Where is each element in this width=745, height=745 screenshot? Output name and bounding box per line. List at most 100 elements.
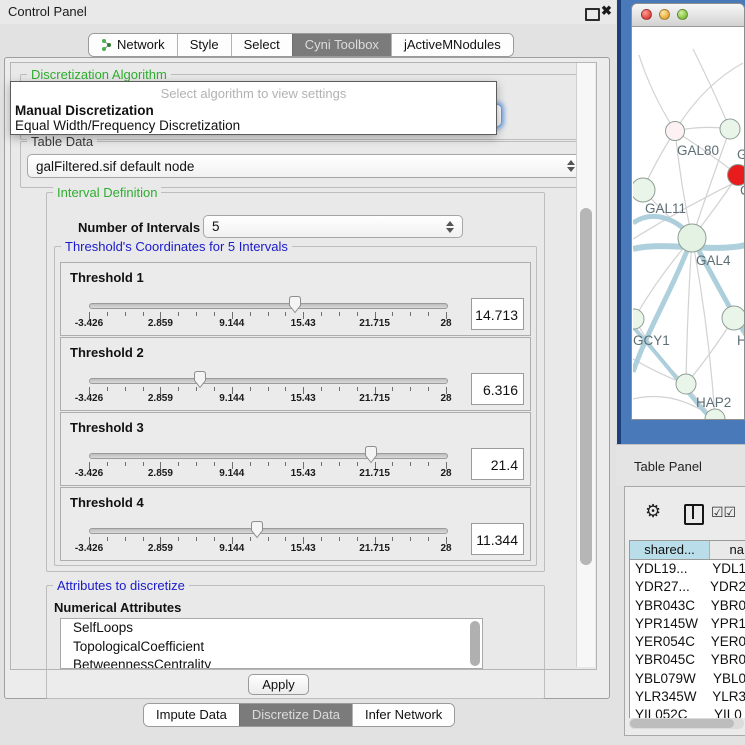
slider-tick: [428, 312, 429, 316]
num-intervals-value: 5: [212, 219, 220, 234]
tab-label: Impute Data: [156, 704, 227, 726]
tab-cyni-toolbox[interactable]: Cyni Toolbox: [292, 34, 391, 56]
cell-shared-name: YPR145W: [630, 615, 707, 633]
network-node[interactable]: [678, 224, 706, 252]
column-layout-icon[interactable]: [684, 504, 704, 525]
stepper-arrows-icon: [567, 160, 575, 172]
node-label-c: C: [740, 183, 745, 198]
zoom-traffic-light-icon[interactable]: [677, 9, 688, 20]
attribute-item-selfloops[interactable]: SelfLoops: [61, 619, 482, 638]
node-label-gal11: GAL11: [645, 201, 686, 216]
table-row[interactable]: YER054CYER0: [630, 633, 745, 651]
threshold-slider-handle[interactable]: [363, 445, 379, 464]
table-row[interactable]: YLR345WYLR3: [630, 688, 745, 706]
close-icon[interactable]: ✖: [601, 3, 612, 19]
threshold-slider-track[interactable]: [89, 378, 448, 384]
slider-tick: [339, 312, 340, 316]
slider-tick: [107, 462, 108, 466]
tab-infer-network[interactable]: Infer Network: [352, 704, 454, 726]
threshold-slider-track[interactable]: [89, 528, 448, 534]
slider-tick: [107, 387, 108, 391]
table-hscrollbar: [629, 718, 744, 729]
tab-style[interactable]: Style: [177, 34, 231, 56]
list-scrollbar-thumb[interactable]: [470, 621, 480, 666]
network-node[interactable]: [705, 409, 725, 420]
network-node[interactable]: [720, 119, 740, 139]
slider-tick: [196, 312, 197, 316]
tab-discretize-data[interactable]: Discretize Data: [239, 704, 352, 726]
dropdown-option-manual[interactable]: Manual Discretization: [15, 103, 154, 118]
slider-tick-label: 28: [414, 543, 478, 554]
slider-tick-label: 15.43: [271, 318, 335, 329]
network-canvas[interactable]: GAL80GACGAL11GAL4GCY1HHAP2: [633, 27, 745, 420]
cell-name: YBL0: [709, 670, 745, 688]
threshold-value-field[interactable]: 11.344: [471, 523, 524, 555]
dropdown-option-equal-width[interactable]: Equal Width/Frequency Discretization: [15, 118, 240, 133]
network-node[interactable]: [633, 178, 655, 202]
slider-tick: [357, 387, 358, 391]
slider-tick: [285, 312, 286, 316]
tab-label: Select: [244, 34, 280, 56]
slider-tick: [428, 462, 429, 466]
threshold-slider-track[interactable]: [89, 453, 448, 459]
numerical-attributes-heading: Numerical Attributes: [54, 600, 181, 615]
slider-tick: [339, 387, 340, 391]
close-traffic-light-icon[interactable]: [641, 9, 652, 20]
slider-tick-label: 9.144: [200, 543, 264, 554]
node-label-hap2: HAP2: [696, 395, 731, 410]
stepper-arrows-icon: [446, 221, 454, 233]
threshold-box: Threshold 3 21.4 -3.4262.8599.14415.4321…: [60, 412, 531, 486]
threshold-value-field[interactable]: 6.316: [471, 373, 524, 405]
threshold-value-field[interactable]: 14.713: [471, 298, 524, 330]
slider-tick: [125, 462, 126, 466]
table-data-combobox[interactable]: galFiltered.sif default node: [27, 154, 584, 178]
table-row[interactable]: YBR043CYBR0: [630, 597, 745, 615]
cell-shared-name: YBL079W: [630, 670, 709, 688]
network-node[interactable]: [676, 374, 696, 394]
slider-tick: [285, 537, 286, 541]
network-node[interactable]: [722, 306, 745, 330]
threshold-slider-handle[interactable]: [287, 295, 303, 314]
num-intervals-combobox[interactable]: 5: [203, 215, 463, 238]
cell-shared-name: YLR345W: [630, 688, 708, 706]
interval-group-title: Interval Definition: [53, 185, 161, 200]
slider-tick: [410, 387, 411, 391]
threshold-value-field[interactable]: 21.4: [471, 448, 524, 480]
table-row[interactable]: YPR145WYPR1: [630, 615, 745, 633]
tab-label: Discretize Data: [252, 704, 340, 726]
threshold-slider-handle[interactable]: [249, 520, 265, 539]
table-hscrollbar-thumb[interactable]: [630, 719, 734, 728]
slider-tick: [392, 537, 393, 541]
table-row[interactable]: YDR27...YDR2: [630, 578, 745, 596]
threshold-label: Threshold 1: [70, 270, 144, 285]
threshold-slider-handle[interactable]: [192, 370, 208, 389]
panel-scrollbar-thumb[interactable]: [580, 208, 592, 565]
slider-tick: [268, 387, 269, 391]
attribute-item-betweennesscentrality[interactable]: BetweennessCentrality: [61, 656, 482, 669]
select-columns-icon[interactable]: ☑☑: [711, 504, 736, 521]
tab-select[interactable]: Select: [231, 34, 292, 56]
cell-name: YER0: [707, 633, 745, 651]
network-node[interactable]: [666, 122, 685, 141]
table-row[interactable]: YBL079WYBL0: [630, 670, 745, 688]
cell-shared-name: YIL052C: [630, 706, 710, 718]
float-window-icon[interactable]: [585, 8, 600, 21]
threshold-slider-track[interactable]: [89, 303, 448, 309]
table-row[interactable]: YBR045CYBR0: [630, 651, 745, 669]
tab-impute-data[interactable]: Impute Data: [144, 704, 239, 726]
cell-shared-name: YER054C: [630, 633, 707, 651]
network-window-titlebar[interactable]: [632, 4, 744, 27]
network-node[interactable]: [633, 309, 644, 329]
table-row[interactable]: YDL19...YDL1: [630, 560, 745, 578]
column-header-shared-name[interactable]: shared...: [630, 541, 710, 559]
minimize-traffic-light-icon[interactable]: [659, 9, 670, 20]
tab-network[interactable]: Network: [89, 34, 177, 56]
slider-tick: [196, 462, 197, 466]
column-header-name[interactable]: na: [710, 541, 745, 559]
threshold-label: Threshold 3: [70, 420, 144, 435]
gear-icon[interactable]: ⚙: [645, 502, 661, 520]
table-row[interactable]: YIL052CYIL0: [630, 706, 745, 718]
tab-jactivemnodules[interactable]: jActiveMNodules: [391, 34, 513, 56]
apply-button[interactable]: Apply: [248, 674, 309, 695]
attribute-item-topologicalcoefficient[interactable]: TopologicalCoefficient: [61, 638, 482, 657]
